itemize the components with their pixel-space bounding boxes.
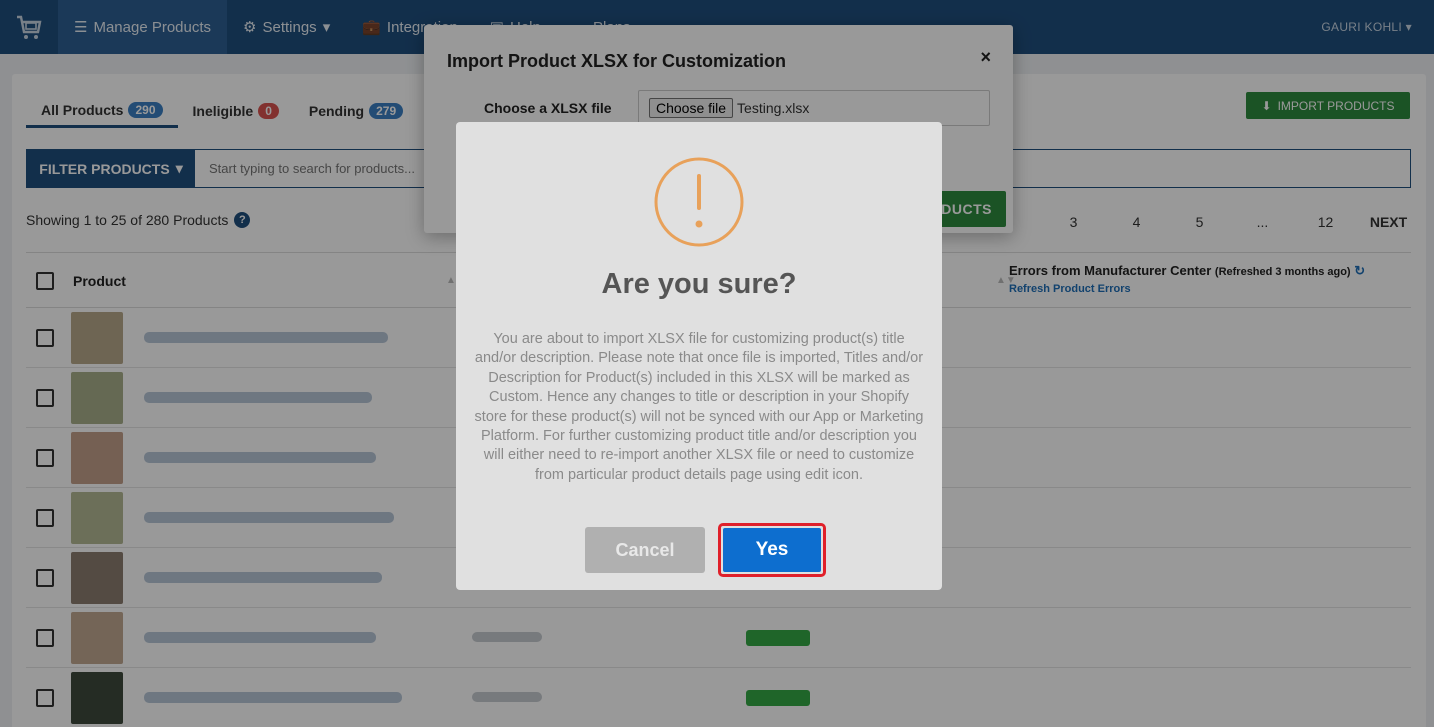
yes-button-label: Yes: [723, 528, 821, 572]
dialog-title: Are you sure?: [601, 268, 797, 300]
warning-icon: [654, 157, 744, 247]
cancel-button[interactable]: Cancel: [585, 527, 705, 573]
confirm-dialog: Are you sure? You are about to import XL…: [456, 122, 942, 590]
dialog-message: You are about to import XLSX file for cu…: [474, 331, 924, 483]
yes-button[interactable]: Yes: [718, 523, 826, 577]
